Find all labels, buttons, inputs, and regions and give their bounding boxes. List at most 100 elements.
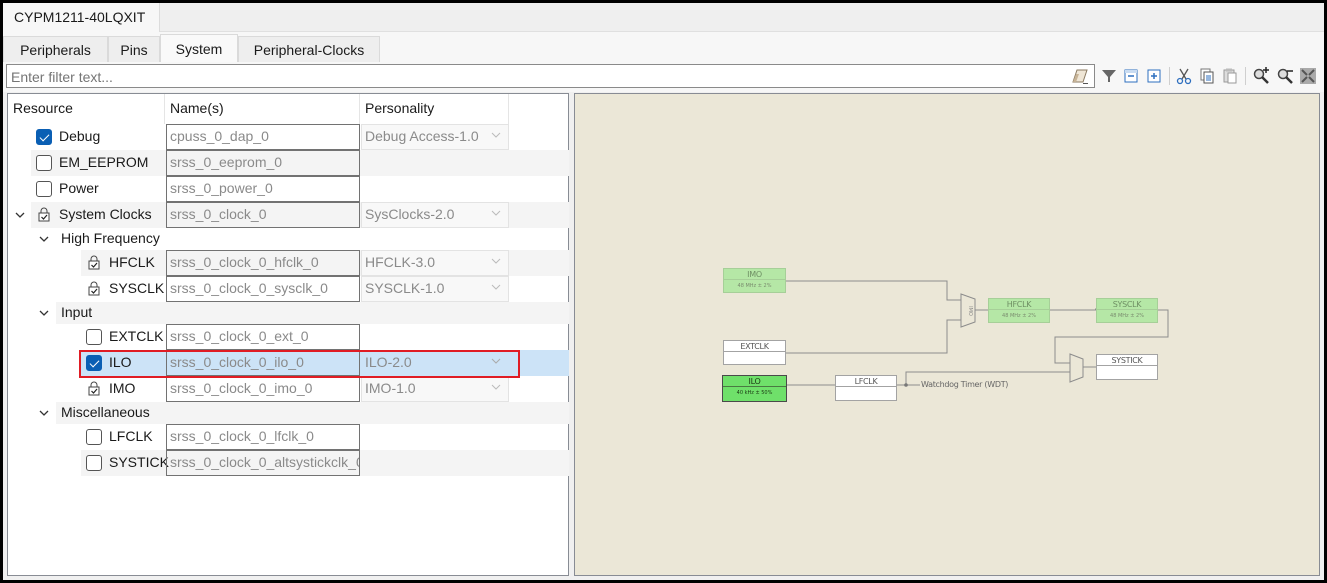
document-tab-strip: CYPM1211-40LQXIT xyxy=(3,3,1324,32)
toolbar-separator xyxy=(1169,67,1170,85)
resource-label: ILO xyxy=(109,354,132,370)
clock-diagram-pane: IMO IMO 48 MHz ± 2% EXTCLK ILO 40 kHz ± … xyxy=(574,93,1320,576)
ilo-checkbox[interactable] xyxy=(86,355,102,371)
personality-value: HFCLK-3.0 xyxy=(365,254,436,270)
tree-group-high-frequency[interactable]: High Frequency xyxy=(56,228,569,250)
name-field[interactable]: srss_0_clock_0 xyxy=(166,202,360,228)
chevron-down-icon[interactable] xyxy=(39,309,49,317)
lfclk-checkbox[interactable] xyxy=(86,429,102,445)
chevron-down-icon[interactable] xyxy=(39,409,49,417)
em-eeprom-checkbox[interactable] xyxy=(36,155,52,171)
cut-icon[interactable] xyxy=(1175,67,1193,85)
table-row-system-clocks[interactable]: System Clocks srss_0_clock_0 SysClocks-2… xyxy=(31,202,569,228)
power-checkbox[interactable] xyxy=(36,181,52,197)
locked-checkbox-icon xyxy=(88,255,100,270)
table-row-sysclk[interactable]: SYSCLK srss_0_clock_0_sysclk_0 SYSCLK-1.… xyxy=(81,276,569,302)
table-row-imo[interactable]: IMO srss_0_clock_0_imo_0 IMO-1.0 xyxy=(81,376,569,402)
name-field[interactable]: srss_0_clock_0_ext_0 xyxy=(166,324,360,350)
personality-select[interactable]: HFCLK-3.0 xyxy=(361,250,509,276)
column-header-personality[interactable]: Personality xyxy=(360,94,509,124)
resource-label: EXTCLK xyxy=(109,328,164,344)
column-header-names[interactable]: Name(s) xyxy=(165,94,360,124)
name-field[interactable]: srss_0_clock_0_hfclk_0 xyxy=(166,250,360,276)
locked-checkbox-icon xyxy=(88,281,100,296)
personality-select[interactable]: Debug Access-1.0 xyxy=(361,124,509,150)
clock-block-lfclk[interactable]: LFCLK xyxy=(835,375,897,401)
copy-icon[interactable] xyxy=(1198,67,1216,85)
block-title: LFCLK xyxy=(836,376,896,387)
block-title: ILO xyxy=(723,376,786,387)
personality-select[interactable]: SysClocks-2.0 xyxy=(361,202,509,228)
tree-group-input[interactable]: Input xyxy=(56,302,569,324)
zoom-in-icon[interactable] xyxy=(1252,67,1270,85)
name-field[interactable]: srss_0_eeprom_0 xyxy=(166,150,360,176)
personality-select[interactable]: SYSCLK-1.0 xyxy=(361,276,509,302)
name-field[interactable]: srss_0_clock_0_altsystickclk_0 xyxy=(166,450,360,476)
collapse-all-icon[interactable] xyxy=(1122,67,1140,85)
table-row-hfclk[interactable]: HFCLK srss_0_clock_0_hfclk_0 HFCLK-3.0 xyxy=(81,250,569,276)
chevron-down-icon xyxy=(491,132,501,138)
clock-block-extclk[interactable]: EXTCLK xyxy=(723,340,786,365)
tab-system[interactable]: System xyxy=(160,34,238,62)
chevron-down-icon[interactable] xyxy=(39,235,49,243)
table-row-systick[interactable]: SYSTICK srss_0_clock_0_altsystickclk_0 xyxy=(81,450,569,476)
eraser-icon[interactable] xyxy=(1071,68,1089,85)
chevron-down-icon[interactable] xyxy=(15,211,25,219)
name-field[interactable]: srss_0_clock_0_lfclk_0 xyxy=(166,424,360,450)
chevron-down-icon xyxy=(491,284,501,290)
table-row-extclk[interactable]: EXTCLK srss_0_clock_0_ext_0 xyxy=(81,324,569,350)
name-field[interactable]: srss_0_power_0 xyxy=(166,176,360,202)
personality-select[interactable]: ILO-2.0 xyxy=(361,350,509,376)
table-row-lfclk[interactable]: LFCLK srss_0_clock_0_lfclk_0 xyxy=(81,424,569,450)
chevron-down-icon xyxy=(491,358,501,364)
table-row-debug[interactable]: Debug cpuss_0_dap_0 Debug Access-1.0 xyxy=(31,124,569,150)
block-frequency: 48 MHz ± 2% xyxy=(1002,313,1036,319)
toolbar-separator xyxy=(1245,67,1246,85)
tab-bar: Peripherals Pins System Peripheral-Clock… xyxy=(3,32,1324,62)
systick-checkbox[interactable] xyxy=(86,455,102,471)
personality-value: ILO-2.0 xyxy=(365,354,412,370)
chevron-down-icon xyxy=(491,384,501,390)
document-tab[interactable]: CYPM1211-40LQXIT xyxy=(3,3,160,32)
locked-checkbox-icon xyxy=(38,207,50,222)
table-row-ilo[interactable]: ILO srss_0_clock_0_ilo_0 ILO-2.0 xyxy=(81,350,569,376)
personality-value: SysClocks-2.0 xyxy=(365,206,455,222)
expand-all-icon[interactable] xyxy=(1145,67,1163,85)
block-frequency: 48 MHz ± 2% xyxy=(1110,313,1144,319)
resource-label: IMO xyxy=(109,380,136,396)
clock-block-imo[interactable]: IMO 48 MHz ± 2% xyxy=(723,268,786,293)
debug-checkbox[interactable] xyxy=(36,129,52,145)
name-field[interactable]: cpuss_0_dap_0 xyxy=(166,124,360,150)
clock-block-systick[interactable]: SYSTICK xyxy=(1096,354,1158,380)
tab-peripherals[interactable]: Peripherals xyxy=(3,36,108,62)
paste-icon[interactable] xyxy=(1221,67,1239,85)
zoom-out-icon[interactable] xyxy=(1276,67,1294,85)
clock-block-sysclk[interactable]: SYSCLK 48 MHz ± 2% xyxy=(1096,298,1158,323)
tree-group-miscellaneous[interactable]: Miscellaneous xyxy=(56,402,569,424)
name-field[interactable]: srss_0_clock_0_sysclk_0 xyxy=(166,276,360,302)
column-header-resource[interactable]: Resource xyxy=(8,94,165,124)
tab-pins[interactable]: Pins xyxy=(108,36,160,62)
name-field[interactable]: srss_0_clock_0_imo_0 xyxy=(166,376,360,402)
resource-label: SYSTICK xyxy=(109,454,169,470)
clock-block-hfclk[interactable]: HFCLK 48 MHz ± 2% xyxy=(988,298,1050,323)
filter-icon[interactable] xyxy=(1100,67,1118,85)
extclk-checkbox[interactable] xyxy=(86,329,102,345)
personality-value: SYSCLK-1.0 xyxy=(365,280,445,296)
tab-peripheral-clocks[interactable]: Peripheral-Clocks xyxy=(238,36,380,62)
junction-dot xyxy=(904,383,908,387)
resource-label: LFCLK xyxy=(109,428,153,444)
fit-to-window-icon[interactable] xyxy=(1299,67,1317,85)
name-field[interactable]: srss_0_clock_0_ilo_0 xyxy=(166,350,360,376)
device-configurator-window: CYPM1211-40LQXIT Peripherals Pins System… xyxy=(3,3,1324,580)
filter-input[interactable] xyxy=(6,64,1095,88)
personality-select[interactable]: IMO-1.0 xyxy=(361,376,509,402)
block-title: SYSCLK xyxy=(1097,299,1157,310)
table-row-em-eeprom[interactable]: EM_EEPROM srss_0_eeprom_0 xyxy=(31,150,569,176)
group-label: High Frequency xyxy=(61,230,160,246)
personality-value: IMO-1.0 xyxy=(365,380,416,396)
table-row-power[interactable]: Power srss_0_power_0 xyxy=(31,176,569,202)
resource-table: Resource Name(s) Personality Debug cpuss… xyxy=(7,93,569,576)
clock-block-ilo[interactable]: ILO 40 kHz ± 50% xyxy=(722,375,787,402)
resource-label: System Clocks xyxy=(59,206,152,222)
